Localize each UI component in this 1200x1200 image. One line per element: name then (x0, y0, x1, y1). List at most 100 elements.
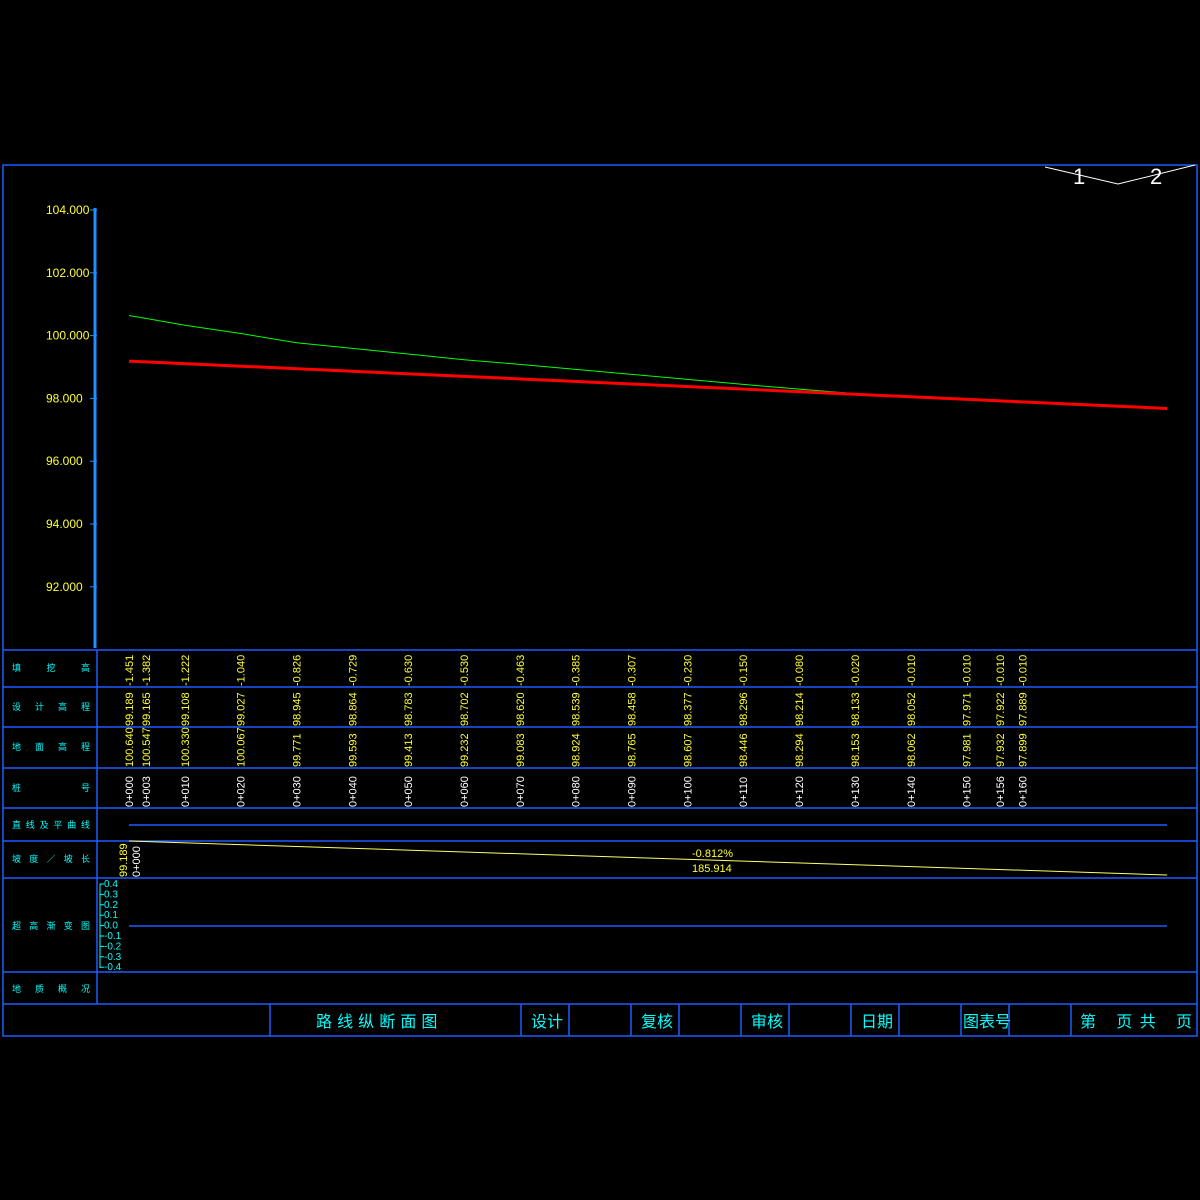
cut-fill-value: -0.010 (906, 655, 918, 686)
design-elevation-value: 98.458 (627, 692, 639, 726)
design-label: 设计 (531, 1012, 563, 1031)
design-elevation-value: 99.189 (124, 692, 136, 726)
cut-fill-value: -0.530 (459, 655, 471, 686)
design-elevation-value: 99.027 (236, 692, 248, 726)
y-tick-label: 104.000 (46, 203, 90, 217)
cut-fill-value: -0.230 (682, 655, 694, 686)
ground-elevation-value: 98.765 (627, 733, 639, 767)
ground-elevation-value: 100.330 (180, 727, 192, 767)
cut-fill-value: -1.451 (124, 655, 136, 686)
row-label-geology: 地质概况 (12, 983, 90, 995)
superelevation-tick-label: 0.0 (104, 921, 118, 932)
superelevation-tick-label: -0.2 (104, 941, 122, 952)
cut-fill-value: -0.729 (347, 655, 359, 686)
station-value: 0+140 (906, 776, 918, 807)
ground-elevation-value: 99.771 (292, 733, 304, 767)
ground-elevation-value: 99.413 (403, 733, 415, 767)
profile-drawing: 1 2 104.000 102.000 100.000 98.000 96.000 94.… (2, 164, 1198, 1037)
design-elevation-value: 98.133 (850, 692, 862, 726)
design-elevation-value: 99.165 (141, 692, 153, 726)
ground-elevation-value: 98.924 (571, 733, 583, 767)
cut-fill-value: -1.222 (180, 655, 192, 686)
row-label-ground-elev: 地 面 高 程 (12, 741, 90, 753)
grade-start-elevation: 99.189 (118, 843, 130, 877)
ground-elevation-value: 100.067 (236, 727, 248, 767)
station-value: 0+110 (738, 777, 750, 807)
row-label-station: 桩 号 (12, 782, 90, 794)
cut-fill-value: -0.826 (292, 655, 304, 686)
drawing-title: 路 线 纵 断 面 图 (316, 1012, 437, 1031)
y-tick-label: 92.000 (46, 580, 83, 594)
drawing-number-label: 图表号 (963, 1012, 1011, 1031)
design-elevation-value: 98.945 (292, 692, 304, 726)
design-elevation-value: 98.864 (347, 692, 359, 726)
cut-fill-value: -0.150 (738, 655, 750, 686)
ground-profile-line (128, 315, 1023, 403)
y-tick-label: 98.000 (46, 391, 83, 405)
ground-elevation-value: 98.153 (850, 733, 862, 767)
station-value: 0+090 (627, 776, 639, 807)
grade-slope: -0.812% (692, 848, 733, 860)
y-tick-label: 100.000 (46, 329, 90, 343)
superelevation-tick-label: 0.3 (104, 889, 118, 900)
ground-elevation-value: 98.062 (906, 733, 918, 767)
design-elevation-value: 97.971 (962, 692, 974, 726)
grade-length: 185.914 (692, 863, 732, 875)
ground-elevation-value: 97.932 (995, 733, 1007, 767)
station-value: 0+100 (682, 776, 694, 807)
ground-elevation-value: 100.640 (124, 727, 136, 767)
ground-elevation-value: 97.899 (1017, 733, 1029, 767)
design-elevation-value: 98.783 (403, 692, 415, 726)
cut-fill-value: -1.040 (236, 655, 248, 686)
design-elevation-value: 98.214 (794, 692, 806, 726)
superelevation-tick-label: 0.1 (104, 910, 118, 921)
station-value: 0+020 (236, 776, 248, 807)
ground-elevation-value: 98.607 (682, 733, 694, 767)
y-axis-ticks: 104.000 102.000 100.000 98.000 96.000 94.000 9… (46, 203, 97, 594)
station-value: 0+156 (995, 776, 1007, 807)
superelevation-tick-label: -0.1 (104, 931, 122, 942)
station-value: 0+150 (962, 776, 974, 807)
y-tick-label: 94.000 (46, 517, 83, 531)
cut-fill-value: -1.382 (141, 655, 153, 686)
cut-fill-value: -0.385 (571, 655, 583, 686)
design-elevation-value: 99.108 (180, 692, 192, 726)
superelevation-scale: 0.40.30.20.10.0-0.1-0.2-0.3-0.4 (99, 879, 122, 973)
cut-fill-value: -0.630 (403, 655, 415, 686)
review-label: 审核 (751, 1012, 783, 1031)
grade-line (128, 840, 1168, 876)
cut-fill-value: -0.080 (794, 655, 806, 686)
design-elevation-value: 98.620 (515, 692, 527, 726)
check-label: 复核 (641, 1012, 673, 1031)
design-profile-line (128, 359, 1168, 410)
station-value: 0+130 (850, 776, 862, 807)
cut-fill-value: -0.010 (962, 655, 974, 686)
ground-elevation-value: 97.981 (962, 733, 974, 767)
cut-fill-value: -0.020 (850, 655, 862, 686)
ground-elevation-value: 98.446 (738, 733, 750, 767)
drawing-frame (2, 164, 1198, 1037)
ground-elevation-value: 99.232 (459, 733, 471, 767)
y-tick-label: 102.000 (46, 266, 90, 280)
cut-fill-value: -0.463 (515, 655, 527, 686)
design-elevation-value: 97.922 (995, 692, 1007, 726)
cut-fill-value: -0.307 (627, 655, 639, 686)
station-value: 0+120 (794, 776, 806, 807)
y-tick-label: 96.000 (46, 454, 83, 468)
ground-elevation-value: 100.547 (141, 727, 153, 767)
ground-elevation-value: 99.593 (347, 733, 359, 767)
sheet-marker-line (1044, 164, 1196, 185)
station-value: 0+070 (515, 776, 527, 807)
cut-fill-value: -0.010 (995, 655, 1007, 686)
sheet-mark-2: 2 (1150, 164, 1162, 189)
page-count-label: 第 页共 页 (1080, 1012, 1192, 1031)
superelevation-tick-label: 0.4 (104, 879, 118, 890)
design-elevation-value: 98.377 (682, 692, 694, 726)
design-elevation-value: 97.889 (1017, 692, 1029, 726)
row-label-superelevation: 超高渐变图 (12, 920, 90, 932)
station-value: 0+030 (292, 776, 304, 807)
cut-fill-value: -0.010 (1017, 655, 1029, 686)
row-label-grade: 坡度／坡长 (12, 853, 90, 865)
ground-elevation-value: 98.294 (794, 733, 806, 767)
superelevation-tick-label: -0.4 (104, 962, 122, 973)
